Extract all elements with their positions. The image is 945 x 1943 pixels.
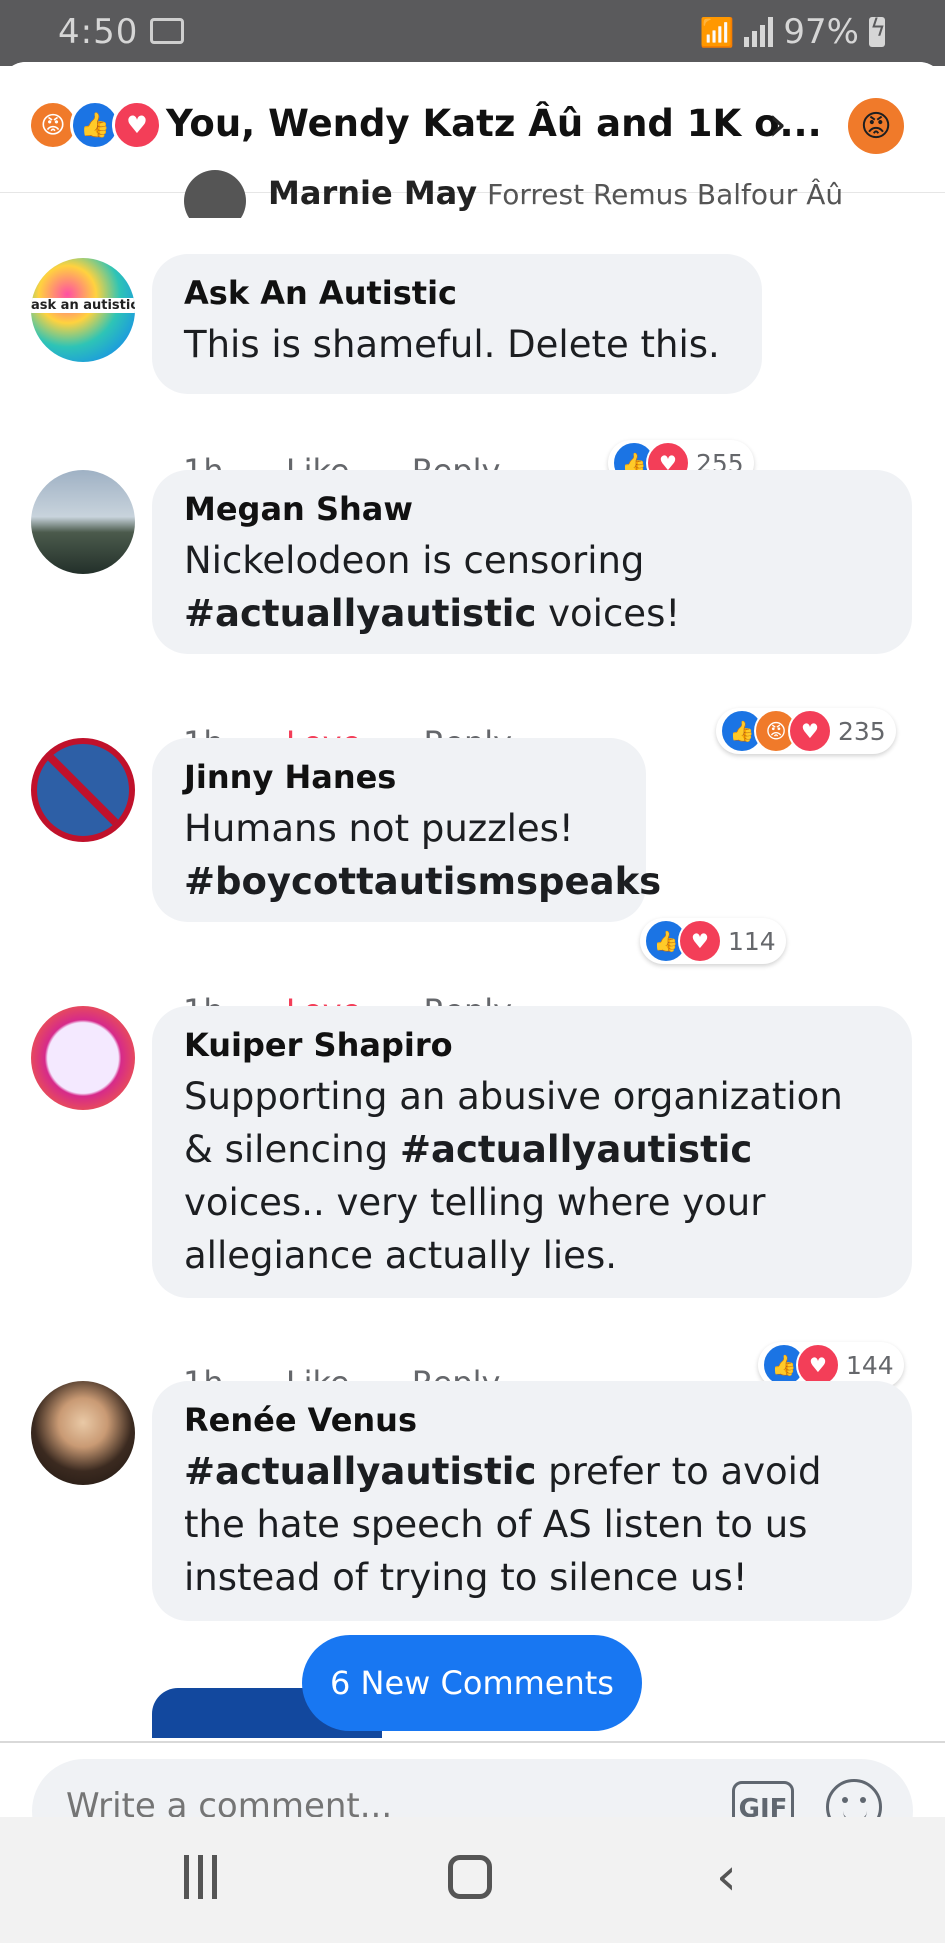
comment-bubble[interactable]: Jinny Hanes Humans not puzzles! #boycotta… bbox=[152, 738, 662, 922]
comment-author[interactable]: Kuiper Shapiro bbox=[184, 1026, 880, 1064]
status-time: 4:50 bbox=[58, 12, 139, 52]
home-nav-icon[interactable] bbox=[448, 1855, 492, 1899]
battery-level: 97% bbox=[783, 12, 859, 52]
status-bar: 4:50 📶 97% bbox=[0, 0, 945, 66]
angry-reaction-icon[interactable]: 😡 bbox=[848, 98, 904, 154]
avatar[interactable] bbox=[31, 1381, 135, 1485]
comment-author: Marnie May bbox=[268, 174, 478, 212]
system-nav-bar: ‹ bbox=[0, 1817, 945, 1943]
comment-text: Humans not puzzles! #boycottautismspeaks bbox=[184, 807, 662, 903]
reaction-count: 235 bbox=[838, 716, 886, 746]
avatar[interactable] bbox=[31, 470, 135, 574]
hashtag-link[interactable]: #boycottautismspeaks bbox=[184, 860, 661, 903]
comment-bubble[interactable]: Renée Venus #actuallyautistic prefer to … bbox=[152, 1381, 912, 1621]
tagged-people: Forrest Remus Balfour Âû bbox=[487, 178, 844, 211]
comment-bubble[interactable]: Ask An Autistic This is shameful. Delete… bbox=[152, 254, 762, 394]
comment-text: Supporting an abusive organization & sil… bbox=[184, 1075, 843, 1277]
comment-author[interactable]: Ask An Autistic bbox=[184, 274, 730, 312]
comment-text: Nickelodeon is censoring #actuallyautisti… bbox=[184, 539, 681, 635]
previous-comment-fragment: Marnie May Forrest Remus Balfour Âû bbox=[184, 170, 904, 218]
comment-text: #actuallyautistic prefer to avoid the ha… bbox=[184, 1450, 822, 1599]
comment-author[interactable]: Renée Venus bbox=[184, 1401, 880, 1439]
comment-author[interactable]: Jinny Hanes bbox=[184, 758, 614, 796]
back-nav-icon[interactable]: ‹ bbox=[716, 1847, 737, 1907]
avatar bbox=[184, 170, 246, 218]
recents-nav-icon[interactable] bbox=[184, 1855, 224, 1899]
hashtag-link[interactable]: #actuallyautistic bbox=[400, 1128, 752, 1171]
comment-text: This is shameful. Delete this. bbox=[184, 323, 720, 366]
reaction-count: 114 bbox=[728, 926, 776, 956]
avatar[interactable] bbox=[31, 738, 135, 842]
comment-bubble[interactable]: Kuiper Shapiro Supporting an abusive org… bbox=[152, 1006, 912, 1298]
avatar[interactable]: ask an autistic bbox=[31, 258, 135, 362]
new-comments-button[interactable]: 6 New Comments bbox=[302, 1635, 642, 1731]
hashtag-link[interactable]: #actuallyautistic bbox=[184, 592, 536, 635]
reaction-count-pill[interactable]: 👍 😡 ♥ 235 bbox=[716, 708, 896, 754]
love-reaction-icon: ♥ bbox=[788, 709, 832, 753]
chevron-right-icon[interactable]: › bbox=[768, 96, 787, 152]
hashtag-link[interactable]: #actuallyautistic bbox=[184, 1450, 536, 1493]
reaction-count-pill[interactable]: 👍 ♥ 114 bbox=[640, 918, 786, 964]
reaction-summary-text[interactable]: You, Wendy Katz Âû and 1K o... bbox=[166, 102, 822, 145]
reaction-count: 144 bbox=[846, 1350, 894, 1380]
status-icons: 📶 97% bbox=[699, 12, 886, 52]
love-reaction-icon: ♥ bbox=[112, 100, 162, 150]
avatar-label: ask an autistic bbox=[31, 298, 135, 313]
signal-icon bbox=[744, 17, 774, 47]
love-reaction-icon: ♥ bbox=[678, 919, 722, 963]
wifi-icon: 📶 bbox=[699, 15, 735, 49]
battery-icon bbox=[869, 14, 886, 47]
comment-author[interactable]: Megan Shaw bbox=[184, 490, 880, 528]
comment-bubble[interactable]: Megan Shaw Nickelodeon is censoring #actu… bbox=[152, 470, 912, 654]
screen-cast-icon bbox=[150, 18, 184, 44]
no-symbol-icon bbox=[43, 750, 123, 830]
avatar[interactable] bbox=[31, 1006, 135, 1110]
comments-sheet: 😡 👍 ♥ You, Wendy Katz Âû and 1K o... › 😡… bbox=[0, 62, 945, 1943]
